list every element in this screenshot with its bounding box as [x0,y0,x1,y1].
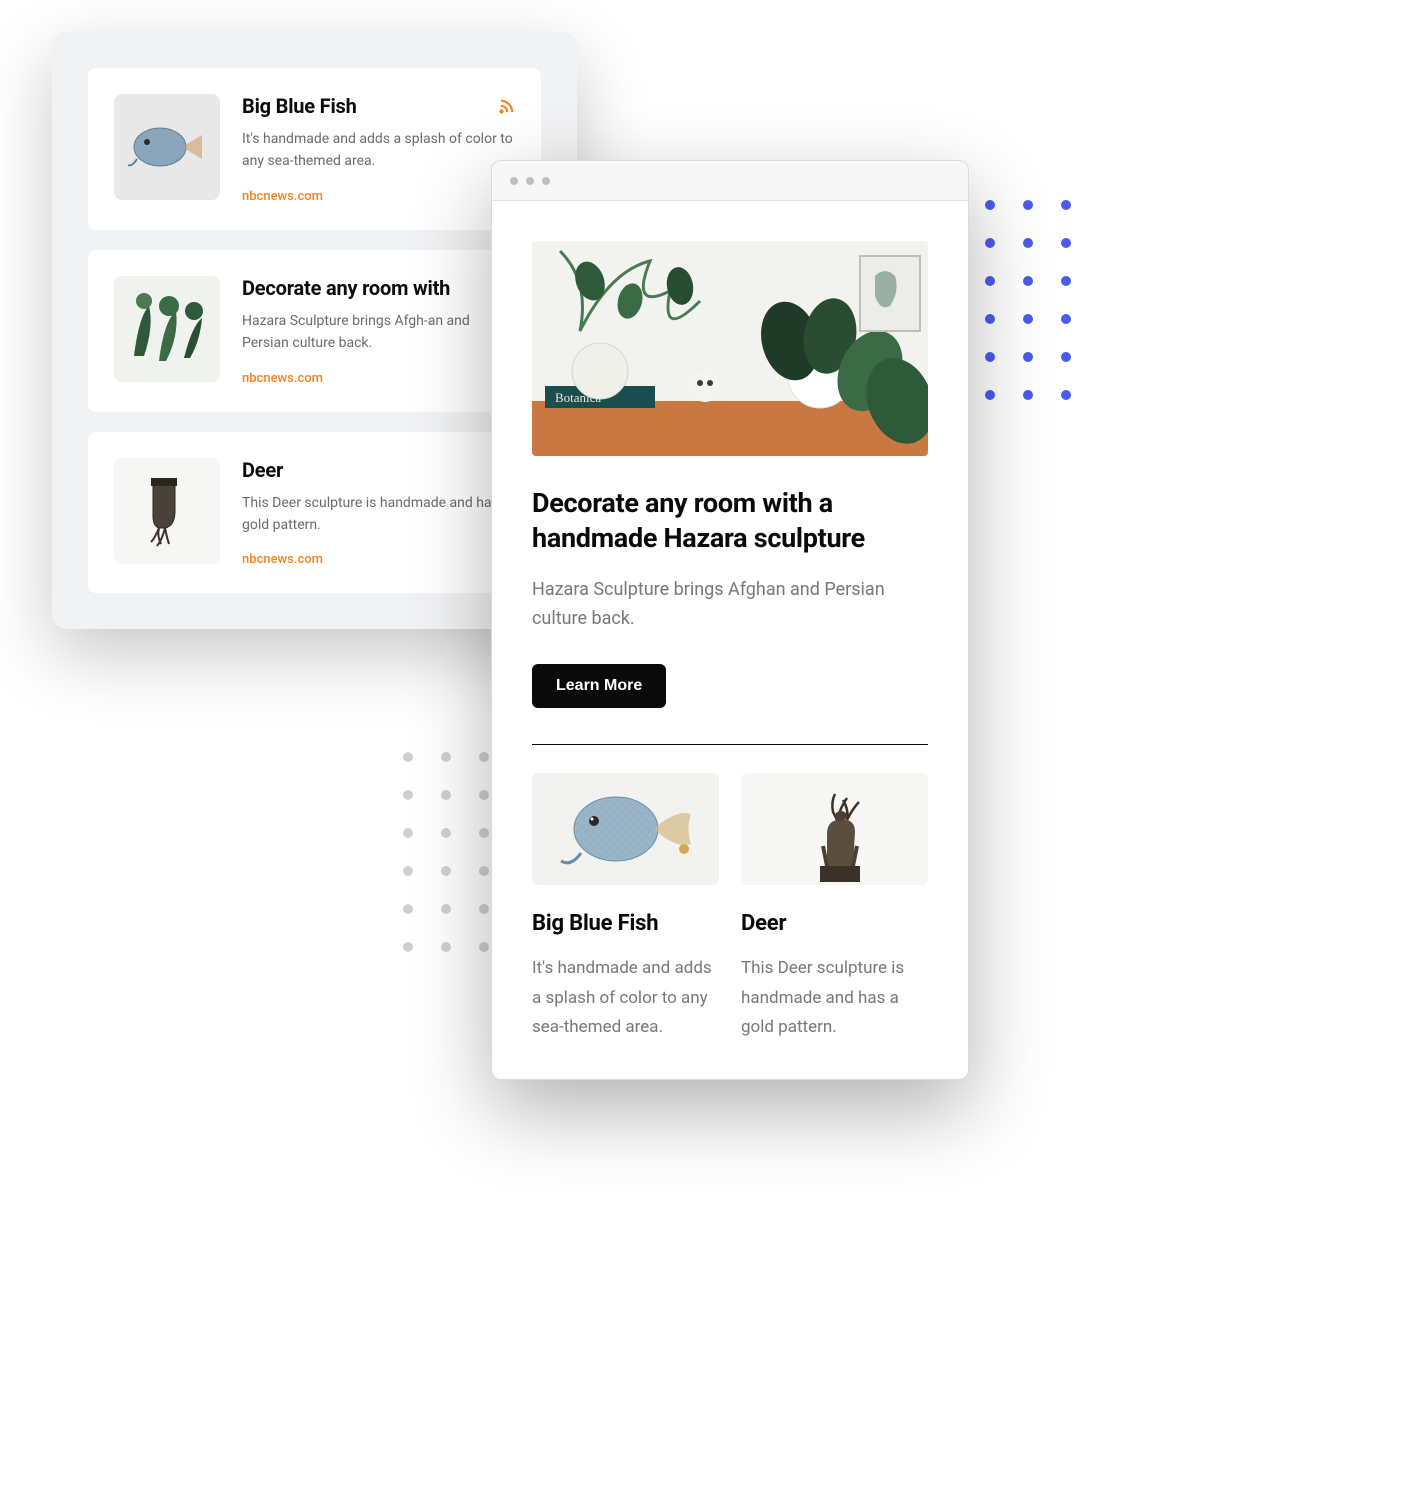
hero-image-plants: Botanica [532,241,928,456]
article-card[interactable]: Deer This Deer sculpture is handmade and… [88,432,541,594]
sub-card[interactable]: Big Blue Fish It's handmade and adds a s… [532,773,719,1043]
dot-grid-blue [985,200,1071,400]
window-control-minimize[interactable] [526,177,534,185]
article-card[interactable]: Decorate any room with Hazara Sculpture … [88,250,541,412]
sub-title: Deer [741,911,928,936]
article-description: Hazara Sculpture brings Afgh-an and Pers… [242,310,515,355]
sub-description: It's handmade and adds a splash of color… [532,954,719,1043]
browser-window: Botanica Decorate any room with a handma… [491,160,969,1080]
article-title: Deer [242,458,515,482]
section-divider [532,744,928,745]
window-control-close[interactable] [510,177,518,185]
sub-card[interactable]: Deer This Deer sculpture is handmade and… [741,773,928,1043]
article-source-link[interactable]: nbcnews.com [242,371,323,386]
article-description: This Deer sculpture is handmade and has … [242,492,515,537]
article-title: Big Blue Fish [242,94,515,118]
learn-more-button[interactable]: Learn More [532,664,666,708]
article-title: Decorate any room with [242,276,515,300]
window-title-bar [492,161,968,201]
sub-article-grid: Big Blue Fish It's handmade and adds a s… [532,773,928,1043]
article-card[interactable]: Big Blue Fish It's handmade and adds a s… [88,68,541,230]
article-source-link[interactable]: nbcnews.com [242,552,323,567]
article-thumb-plants [114,276,220,382]
browser-content: Botanica Decorate any room with a handma… [492,201,968,1079]
article-source-link[interactable]: nbcnews.com [242,189,323,204]
article-thumb-fish [114,94,220,200]
sub-thumb-deer [741,773,928,885]
sub-thumb-fish [532,773,719,885]
article-description: It's handmade and adds a splash of color… [242,128,515,173]
hero-description: Hazara Sculpture brings Afghan and Persi… [532,576,928,634]
rss-icon[interactable] [498,98,515,119]
sub-title: Big Blue Fish [532,911,719,936]
window-control-zoom[interactable] [542,177,550,185]
sub-description: This Deer sculpture is handmade and has … [741,954,928,1043]
dot-grid-gray [403,752,489,952]
article-thumb-deer [114,458,220,564]
hero-title: Decorate any room with a handmade Hazara… [532,486,928,556]
